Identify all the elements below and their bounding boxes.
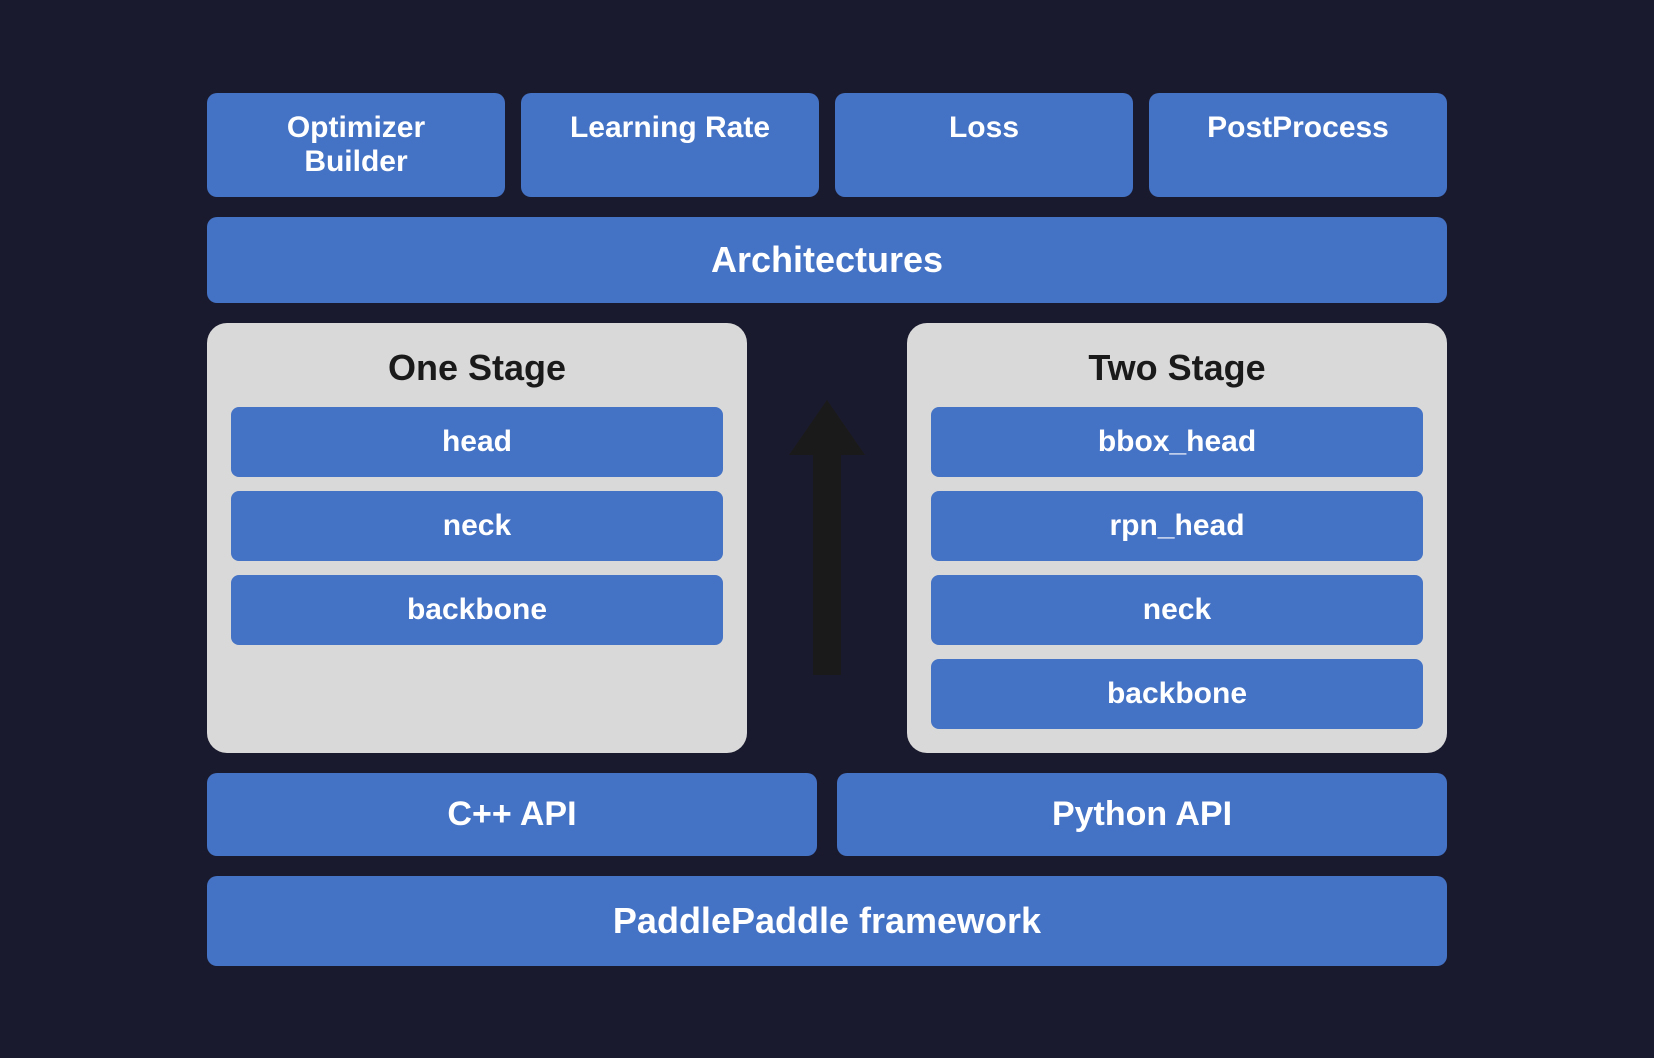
diagram-container: Optimizer Builder Learning Rate Loss Pos…	[177, 63, 1477, 996]
arrow-container	[767, 323, 887, 753]
middle-section: One Stage head neck backbone Two Stage b…	[207, 323, 1447, 753]
one-stage-backbone[interactable]: backbone	[231, 575, 723, 645]
top-buttons-row: Optimizer Builder Learning Rate Loss Pos…	[207, 93, 1447, 197]
paddle-banner: PaddlePaddle framework	[207, 876, 1447, 966]
two-stage-rpn-head[interactable]: rpn_head	[931, 491, 1423, 561]
one-stage-items: head neck backbone	[231, 407, 723, 645]
two-stage-backbone[interactable]: backbone	[931, 659, 1423, 729]
arrow-up	[789, 400, 865, 675]
two-stage-neck[interactable]: neck	[931, 575, 1423, 645]
one-stage-title: One Stage	[231, 347, 723, 389]
one-stage-neck[interactable]: neck	[231, 491, 723, 561]
one-stage-head[interactable]: head	[231, 407, 723, 477]
arrow-head-icon	[789, 400, 865, 455]
two-stage-title: Two Stage	[931, 347, 1423, 389]
two-stage-items: bbox_head rpn_head neck backbone	[931, 407, 1423, 729]
cpp-api-button[interactable]: C++ API	[207, 773, 817, 856]
two-stage-bbox-head[interactable]: bbox_head	[931, 407, 1423, 477]
python-api-button[interactable]: Python API	[837, 773, 1447, 856]
loss-button[interactable]: Loss	[835, 93, 1133, 197]
learning-rate-button[interactable]: Learning Rate	[521, 93, 819, 197]
architectures-banner: Architectures	[207, 217, 1447, 303]
optimizer-builder-button[interactable]: Optimizer Builder	[207, 93, 505, 197]
two-stage-box: Two Stage bbox_head rpn_head neck backbo…	[907, 323, 1447, 753]
api-row: C++ API Python API	[207, 773, 1447, 856]
one-stage-box: One Stage head neck backbone	[207, 323, 747, 753]
arrow-body	[813, 455, 841, 675]
postprocess-button[interactable]: PostProcess	[1149, 93, 1447, 197]
